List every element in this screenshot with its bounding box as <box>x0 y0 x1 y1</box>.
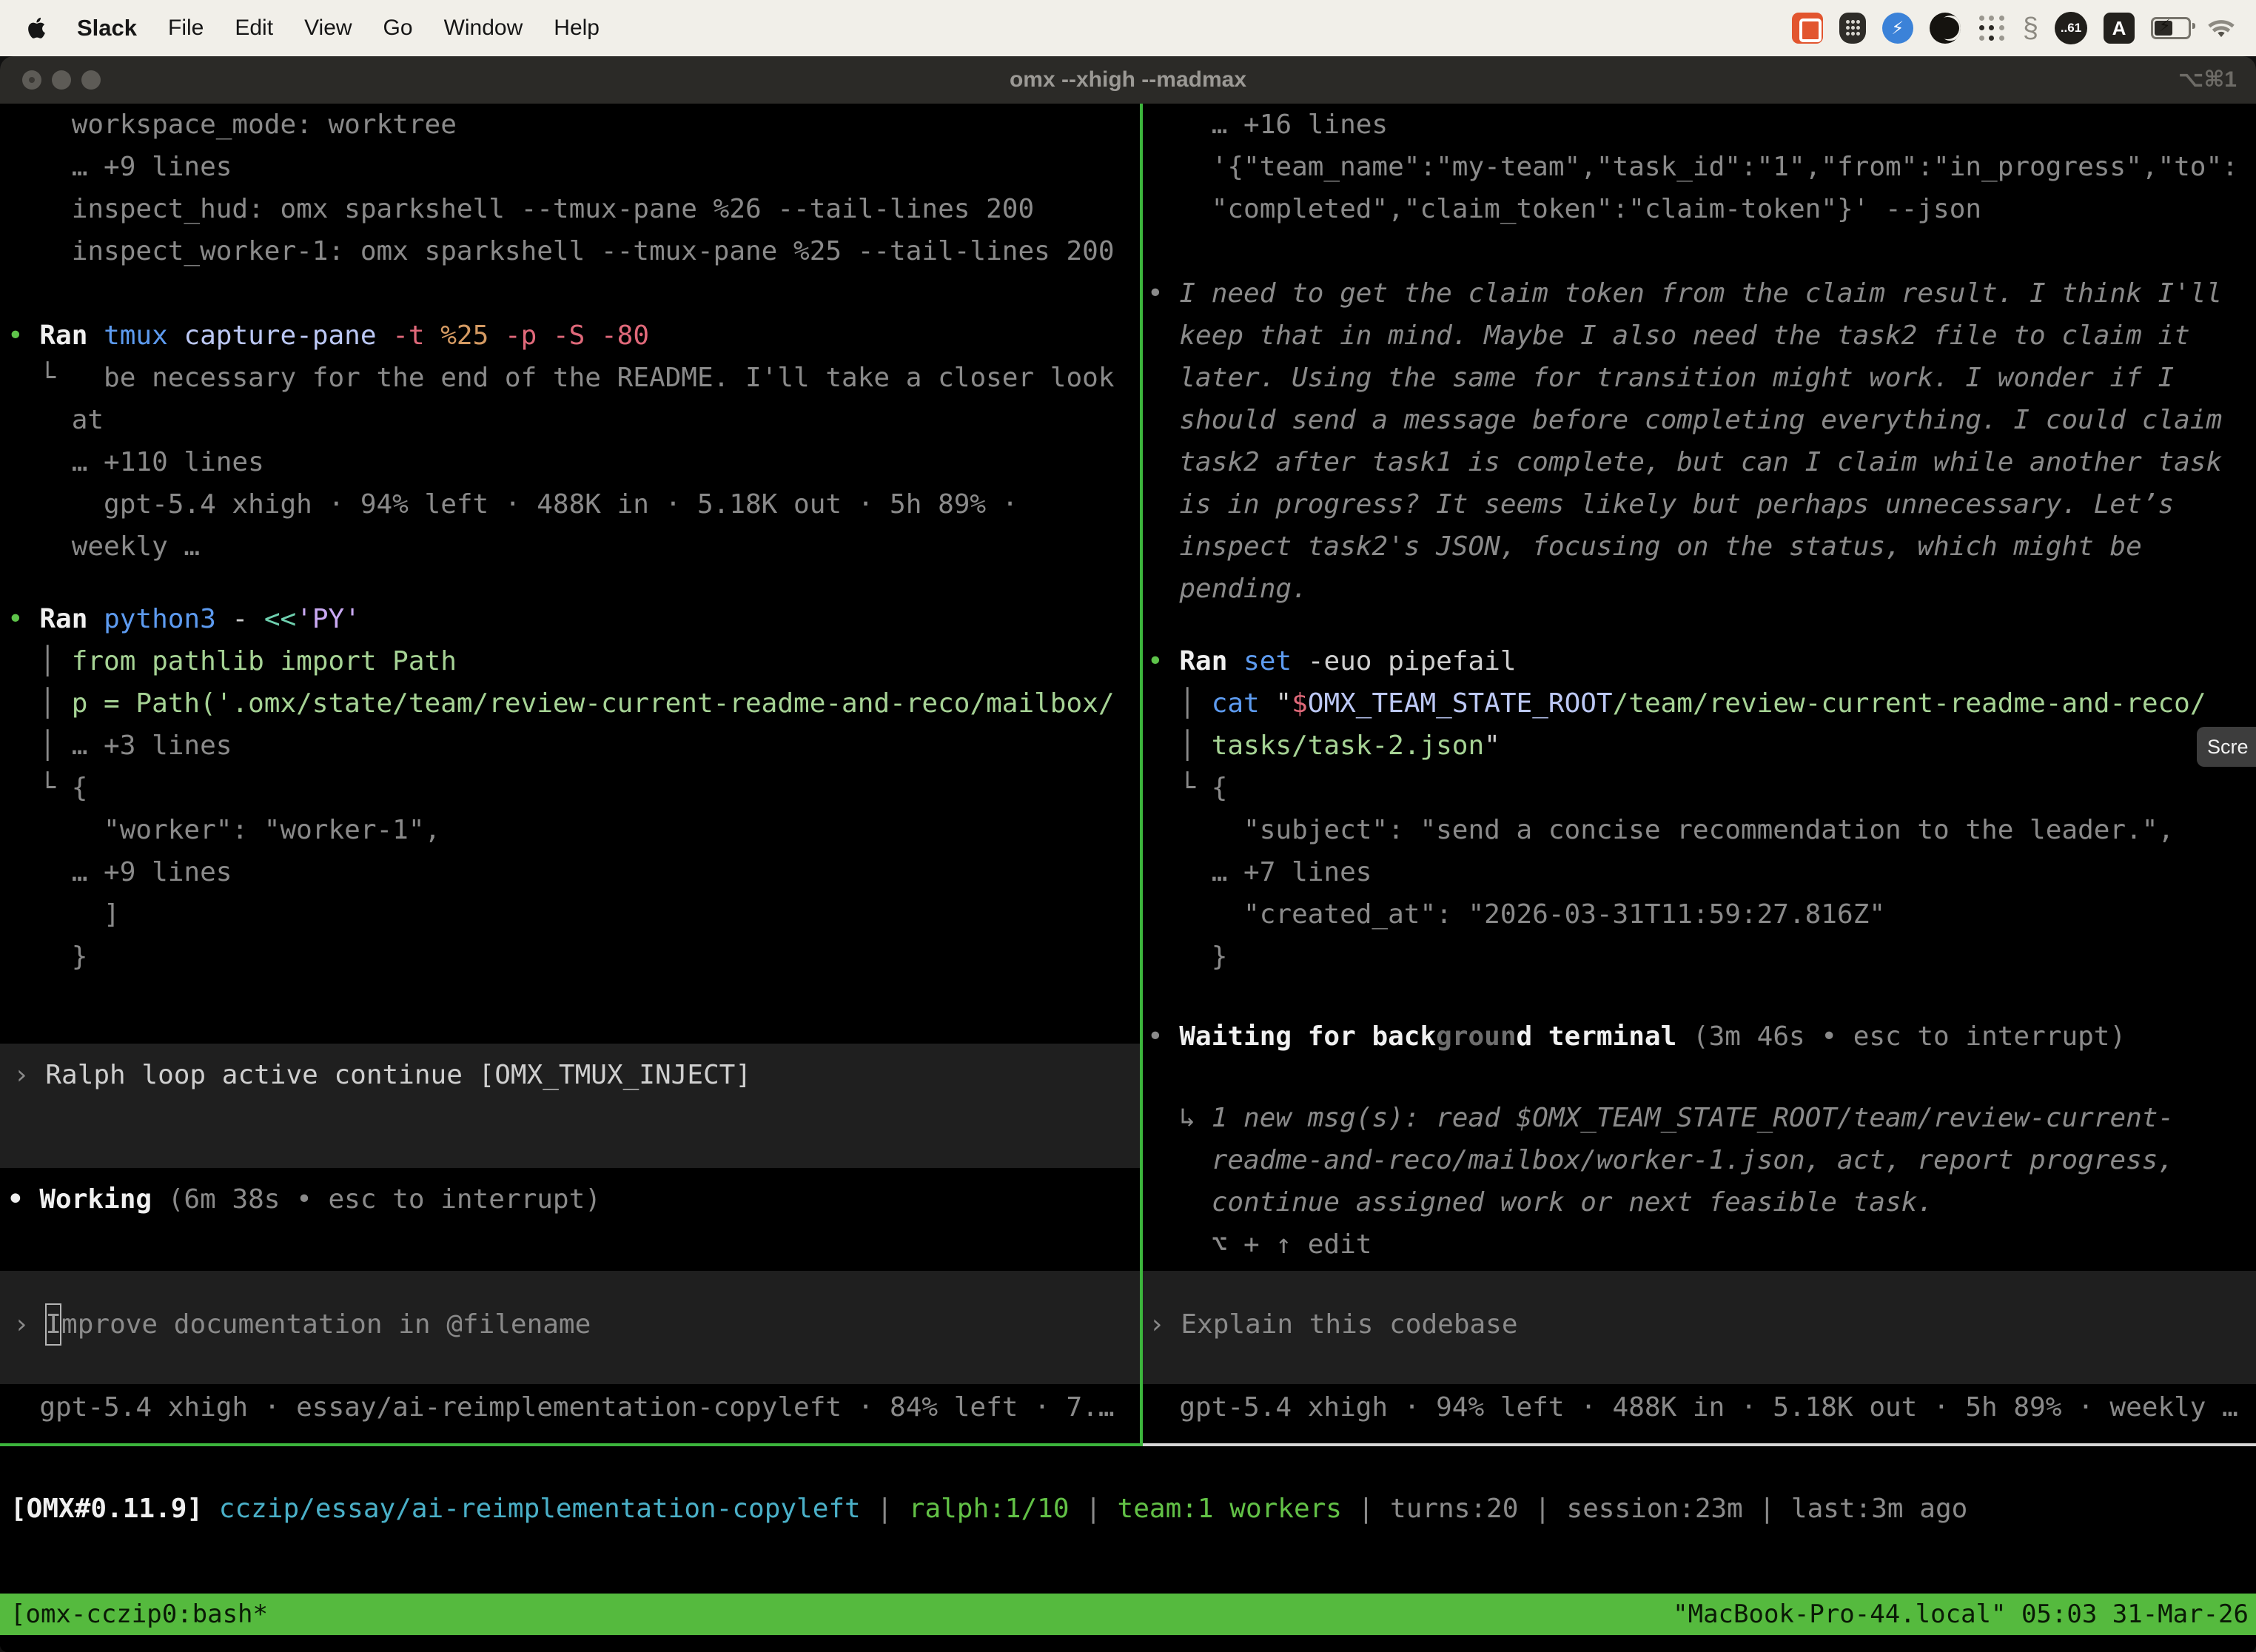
left-pane-border <box>0 1443 1141 1446</box>
tmux-session-window[interactable]: [omx-cczip0:bash* <box>0 1594 268 1636</box>
menu-bar-left: Slack File Edit View Go Window Help <box>0 15 600 41</box>
left-config-output: workspace_mode: worktree … +9 lines insp… <box>7 104 1115 272</box>
right-model-status-line: gpt-5.4 xhigh · 94% left · 488K in · 5.1… <box>1147 1386 2238 1428</box>
dots-grid-icon[interactable] <box>1977 13 2007 43</box>
input-source-icon[interactable]: A <box>2104 13 2135 44</box>
battery-icon[interactable]: ⚡ <box>2151 17 2191 39</box>
s-shape-icon[interactable]: § <box>2023 13 2038 44</box>
apple-menu-icon[interactable] <box>27 17 46 39</box>
keypad-app-icon[interactable] <box>1839 13 1866 44</box>
right-prompt-placeholder: › Explain this codebase <box>1149 1303 2256 1346</box>
left-working-status: • Working (6m 38s • esc to interrupt) <box>7 1178 601 1220</box>
window-shortcut-hint: ⌥⌘1 <box>2178 56 2237 104</box>
right-mailbox-message-block: ↳ 1 new msg(s): read $OMX_TEAM_STATE_ROO… <box>1147 1097 2174 1266</box>
left-ralph-loop-text: › Ralph loop active continue [OMX_TMUX_I… <box>13 1054 1140 1096</box>
crescent-app-icon[interactable] <box>1930 13 1961 44</box>
tmux-status-bar: [omx-cczip0:bash* "MacBook-Pro-44.local"… <box>0 1594 2256 1635</box>
right-claim-output: … +16 lines '{"team_name":"my-team","tas… <box>1147 104 2238 230</box>
right-pane-border <box>1143 1443 2256 1446</box>
terminal-window: omx --xhigh --madmax ⌥⌘1 workspace_mode:… <box>0 56 2256 1652</box>
right-thinking-block: • I need to get the claim token from the… <box>1147 272 2222 610</box>
title-bar[interactable]: omx --xhigh --madmax ⌥⌘1 <box>0 56 2256 105</box>
wifi-icon[interactable] <box>2207 18 2235 38</box>
left-model-status-line: gpt-5.4 xhigh · essay/ai-reimplementatio… <box>7 1386 1115 1428</box>
chat-app-icon[interactable] <box>1792 13 1823 44</box>
menu-app-name[interactable]: Slack <box>77 15 137 41</box>
menu-item-edit[interactable]: Edit <box>235 16 273 41</box>
screen-notification-tooltip: Scre <box>2197 727 2256 767</box>
menu-item-help[interactable]: Help <box>554 16 600 41</box>
menu-item-view[interactable]: View <box>304 16 352 41</box>
left-prompt-placeholder: › Improve documentation in @filename <box>13 1303 1140 1346</box>
left-prompt-input[interactable]: › Improve documentation in @filename <box>0 1271 1140 1384</box>
window-title: omx --xhigh --madmax <box>0 56 2256 104</box>
bolt-badge-icon[interactable]: ⚡ <box>1882 13 1913 44</box>
right-cat-command-block: • Ran set -euo pipefail │ cat "$OMX_TEAM… <box>1147 640 2206 978</box>
terminal-content[interactable]: workspace_mode: worktree … +9 lines insp… <box>0 104 2256 1652</box>
tmux-host-and-time: "MacBook-Pro-44.local" 05:03 31-Mar-26 <box>1673 1594 2256 1636</box>
menu-item-file[interactable]: File <box>168 16 204 41</box>
left-python-command-block: • Ran python3 - <<'PY' │ from pathlib im… <box>7 598 1115 978</box>
left-tmux-command-block: • Ran tmux capture-pane -t %25 -p -S -80… <box>7 315 1115 568</box>
screen: Slack File Edit View Go Window Help ⚡ § … <box>0 0 2256 1652</box>
left-ralph-loop-banner: › Ralph loop active continue [OMX_TMUX_I… <box>0 1044 1140 1168</box>
menu-bar-status-icons: ⚡ § ..61 A ⚡ <box>1792 12 2256 44</box>
right-waiting-status: • Waiting for background terminal (3m 46… <box>1147 1015 2126 1058</box>
pane-divider[interactable] <box>1140 104 1143 1446</box>
menu-bar: Slack File Edit View Go Window Help ⚡ § … <box>0 0 2256 56</box>
menu-item-go[interactable]: Go <box>383 16 413 41</box>
count-badge-icon[interactable]: ..61 <box>2055 12 2087 44</box>
menu-item-window[interactable]: Window <box>444 16 523 41</box>
right-prompt-input[interactable]: › Explain this codebase <box>1143 1271 2256 1384</box>
omx-session-status-line: [OMX#0.11.9] cczip/essay/ai-reimplementa… <box>10 1488 1967 1530</box>
